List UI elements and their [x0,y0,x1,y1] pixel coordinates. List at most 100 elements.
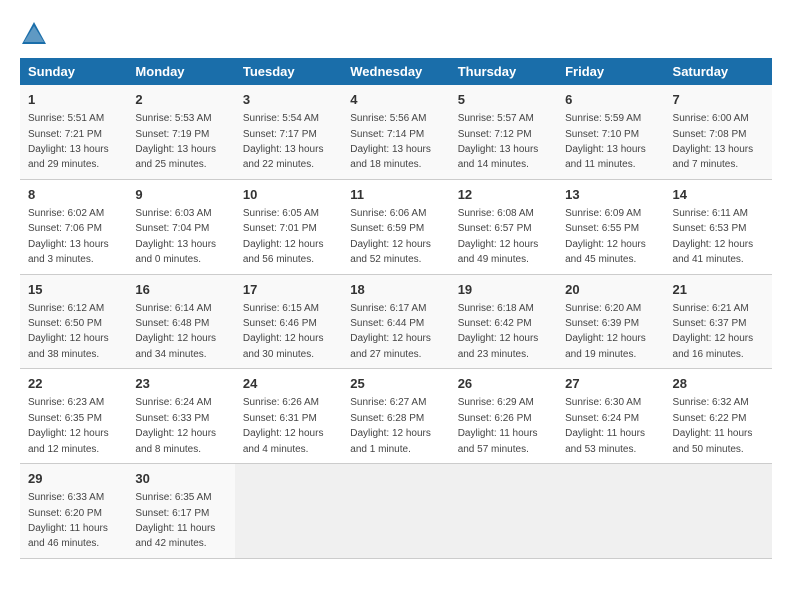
day-cell-13: 13 Sunrise: 6:09 AMSunset: 6:55 PMDaylig… [557,179,664,274]
day-number: 6 [565,91,656,109]
logo-icon [20,20,48,48]
day-number: 30 [135,470,226,488]
empty-cell [557,464,664,559]
empty-cell [342,464,449,559]
day-cell-11: 11 Sunrise: 6:06 AMSunset: 6:59 PMDaylig… [342,179,449,274]
day-number: 8 [28,186,119,204]
col-header-monday: Monday [127,58,234,85]
day-number: 20 [565,281,656,299]
day-number: 1 [28,91,119,109]
day-number: 11 [350,186,441,204]
day-info: Sunrise: 5:54 AMSunset: 7:17 PMDaylight:… [243,113,324,170]
day-info: Sunrise: 6:29 AMSunset: 6:26 PMDaylight:… [458,397,538,454]
week-row-5: 29 Sunrise: 6:33 AMSunset: 6:20 PMDaylig… [20,464,772,559]
day-cell-12: 12 Sunrise: 6:08 AMSunset: 6:57 PMDaylig… [450,179,557,274]
day-info: Sunrise: 6:09 AMSunset: 6:55 PMDaylight:… [565,208,646,265]
day-number: 16 [135,281,226,299]
day-number: 25 [350,375,441,393]
day-cell-3: 3 Sunrise: 5:54 AMSunset: 7:17 PMDayligh… [235,85,342,179]
day-info: Sunrise: 6:14 AMSunset: 6:48 PMDaylight:… [135,303,216,360]
day-number: 7 [673,91,764,109]
day-number: 2 [135,91,226,109]
col-header-wednesday: Wednesday [342,58,449,85]
week-row-2: 8 Sunrise: 6:02 AMSunset: 7:06 PMDayligh… [20,179,772,274]
day-cell-7: 7 Sunrise: 6:00 AMSunset: 7:08 PMDayligh… [665,85,772,179]
col-header-sunday: Sunday [20,58,127,85]
day-info: Sunrise: 6:12 AMSunset: 6:50 PMDaylight:… [28,303,109,360]
day-info: Sunrise: 6:02 AMSunset: 7:06 PMDaylight:… [28,208,109,265]
day-cell-24: 24 Sunrise: 6:26 AMSunset: 6:31 PMDaylig… [235,369,342,464]
day-cell-26: 26 Sunrise: 6:29 AMSunset: 6:26 PMDaylig… [450,369,557,464]
day-cell-6: 6 Sunrise: 5:59 AMSunset: 7:10 PMDayligh… [557,85,664,179]
col-header-saturday: Saturday [665,58,772,85]
day-cell-25: 25 Sunrise: 6:27 AMSunset: 6:28 PMDaylig… [342,369,449,464]
day-cell-16: 16 Sunrise: 6:14 AMSunset: 6:48 PMDaylig… [127,274,234,369]
day-info: Sunrise: 6:24 AMSunset: 6:33 PMDaylight:… [135,397,216,454]
col-header-thursday: Thursday [450,58,557,85]
day-info: Sunrise: 6:33 AMSunset: 6:20 PMDaylight:… [28,492,108,549]
day-info: Sunrise: 5:59 AMSunset: 7:10 PMDaylight:… [565,113,646,170]
day-info: Sunrise: 6:23 AMSunset: 6:35 PMDaylight:… [28,397,109,454]
day-cell-17: 17 Sunrise: 6:15 AMSunset: 6:46 PMDaylig… [235,274,342,369]
week-row-1: 1 Sunrise: 5:51 AMSunset: 7:21 PMDayligh… [20,85,772,179]
col-header-friday: Friday [557,58,664,85]
day-number: 12 [458,186,549,204]
week-row-4: 22 Sunrise: 6:23 AMSunset: 6:35 PMDaylig… [20,369,772,464]
day-number: 29 [28,470,119,488]
day-cell-8: 8 Sunrise: 6:02 AMSunset: 7:06 PMDayligh… [20,179,127,274]
logo [20,20,52,48]
day-cell-29: 29 Sunrise: 6:33 AMSunset: 6:20 PMDaylig… [20,464,127,559]
day-info: Sunrise: 6:32 AMSunset: 6:22 PMDaylight:… [673,397,753,454]
day-info: Sunrise: 6:17 AMSunset: 6:44 PMDaylight:… [350,303,431,360]
day-cell-5: 5 Sunrise: 5:57 AMSunset: 7:12 PMDayligh… [450,85,557,179]
day-number: 21 [673,281,764,299]
day-cell-14: 14 Sunrise: 6:11 AMSunset: 6:53 PMDaylig… [665,179,772,274]
day-number: 26 [458,375,549,393]
day-cell-9: 9 Sunrise: 6:03 AMSunset: 7:04 PMDayligh… [127,179,234,274]
day-info: Sunrise: 6:18 AMSunset: 6:42 PMDaylight:… [458,303,539,360]
empty-cell [450,464,557,559]
day-info: Sunrise: 5:53 AMSunset: 7:19 PMDaylight:… [135,113,216,170]
day-cell-15: 15 Sunrise: 6:12 AMSunset: 6:50 PMDaylig… [20,274,127,369]
page-header [20,20,772,48]
day-info: Sunrise: 6:08 AMSunset: 6:57 PMDaylight:… [458,208,539,265]
day-info: Sunrise: 5:56 AMSunset: 7:14 PMDaylight:… [350,113,431,170]
day-cell-21: 21 Sunrise: 6:21 AMSunset: 6:37 PMDaylig… [665,274,772,369]
day-info: Sunrise: 5:51 AMSunset: 7:21 PMDaylight:… [28,113,109,170]
day-cell-28: 28 Sunrise: 6:32 AMSunset: 6:22 PMDaylig… [665,369,772,464]
day-info: Sunrise: 6:15 AMSunset: 6:46 PMDaylight:… [243,303,324,360]
day-info: Sunrise: 6:03 AMSunset: 7:04 PMDaylight:… [135,208,216,265]
day-cell-2: 2 Sunrise: 5:53 AMSunset: 7:19 PMDayligh… [127,85,234,179]
calendar-table: SundayMondayTuesdayWednesdayThursdayFrid… [20,58,772,559]
day-info: Sunrise: 6:11 AMSunset: 6:53 PMDaylight:… [673,208,754,265]
day-number: 14 [673,186,764,204]
header-row: SundayMondayTuesdayWednesdayThursdayFrid… [20,58,772,85]
day-cell-30: 30 Sunrise: 6:35 AMSunset: 6:17 PMDaylig… [127,464,234,559]
day-cell-23: 23 Sunrise: 6:24 AMSunset: 6:33 PMDaylig… [127,369,234,464]
day-info: Sunrise: 6:05 AMSunset: 7:01 PMDaylight:… [243,208,324,265]
day-number: 24 [243,375,334,393]
day-info: Sunrise: 6:35 AMSunset: 6:17 PMDaylight:… [135,492,215,549]
day-number: 28 [673,375,764,393]
day-number: 17 [243,281,334,299]
day-number: 22 [28,375,119,393]
day-number: 3 [243,91,334,109]
day-info: Sunrise: 6:21 AMSunset: 6:37 PMDaylight:… [673,303,754,360]
day-number: 5 [458,91,549,109]
week-row-3: 15 Sunrise: 6:12 AMSunset: 6:50 PMDaylig… [20,274,772,369]
day-info: Sunrise: 6:30 AMSunset: 6:24 PMDaylight:… [565,397,645,454]
day-info: Sunrise: 6:20 AMSunset: 6:39 PMDaylight:… [565,303,646,360]
day-number: 23 [135,375,226,393]
day-number: 10 [243,186,334,204]
day-info: Sunrise: 5:57 AMSunset: 7:12 PMDaylight:… [458,113,539,170]
day-cell-22: 22 Sunrise: 6:23 AMSunset: 6:35 PMDaylig… [20,369,127,464]
day-cell-20: 20 Sunrise: 6:20 AMSunset: 6:39 PMDaylig… [557,274,664,369]
day-cell-4: 4 Sunrise: 5:56 AMSunset: 7:14 PMDayligh… [342,85,449,179]
day-number: 19 [458,281,549,299]
day-cell-10: 10 Sunrise: 6:05 AMSunset: 7:01 PMDaylig… [235,179,342,274]
day-number: 4 [350,91,441,109]
col-header-tuesday: Tuesday [235,58,342,85]
day-cell-1: 1 Sunrise: 5:51 AMSunset: 7:21 PMDayligh… [20,85,127,179]
day-number: 27 [565,375,656,393]
day-cell-19: 19 Sunrise: 6:18 AMSunset: 6:42 PMDaylig… [450,274,557,369]
